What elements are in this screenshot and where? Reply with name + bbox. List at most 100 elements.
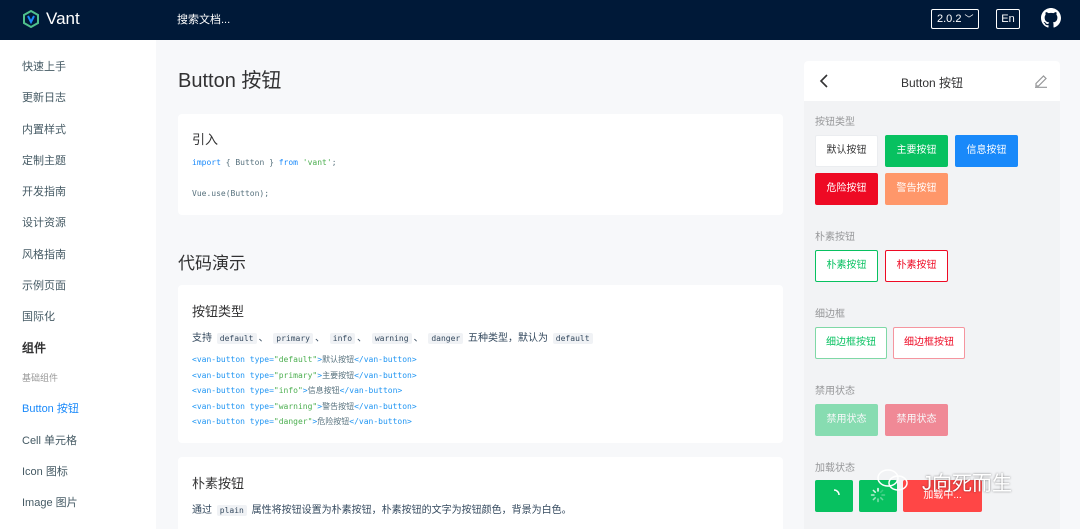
desc-text: 通过 [192,505,212,516]
sim-title: Button 按钮 [900,76,964,90]
code-tag: <van-button type= [192,417,274,426]
button-types-card: 按钮类型 支持 default、 primary、 info、 warning、… [178,285,783,443]
code-line: <van-button type="primary">主要按钮</van-but… [192,370,417,381]
sidebar-item-cell[interactable]: Cell 单元格 [22,432,77,448]
primary-button[interactable]: 主要按钮 [885,135,948,167]
import-card: 引入 import { Button } from 'vant'; Vue.us… [178,114,783,215]
code-tag: </van-button> [339,386,403,395]
code-tag: <van-button type= [192,386,274,395]
inline-code: plain [216,505,247,516]
code-line: <van-button type="info">信息按钮</van-button… [192,385,402,396]
mobile-simulator: Button 按钮 按钮类型 默认按钮 主要按钮 信息按钮 危险按钮 警告按钮 … [804,61,1060,529]
language-switch-button[interactable]: En [996,9,1020,29]
button-types-desc: 支持 default、 primary、 info、 warning、 dang… [192,329,595,344]
sim-section-plain: 朴素按钮 [815,232,855,243]
default-button[interactable]: 默认按钮 [815,135,878,167]
vant-logo-icon[interactable] [22,10,40,28]
code-attr-value: "default" [273,355,318,364]
info-button[interactable]: 信息按钮 [955,135,1018,167]
inline-code: info [329,333,356,344]
code-line: <van-button type="danger">危险按钮</van-butt… [192,416,412,427]
disabled-danger-button: 禁用状态 [885,404,948,436]
sidebar-group-components: 组件 [22,341,47,355]
code-tag: </van-button> [354,401,417,411]
desc-sep: 、 [258,333,269,344]
plain-danger-button[interactable]: 朴素按钮 [885,250,948,282]
version-label: 2.0.2 [937,13,962,25]
code-keyword: from [278,158,298,167]
desc-text: 属性将按钮设置为朴素按钮，朴素按钮的文字为按钮颜色，背景为白色。 [251,505,572,516]
plain-primary-button[interactable]: 朴素按钮 [815,250,878,282]
sidebar-item-image[interactable]: Image 图片 [22,494,78,510]
sidebar-item-button[interactable]: Button 按钮 [22,400,79,416]
code-text: 危险按钮 [317,417,350,426]
demo-section-title: 代码演示 [178,254,246,273]
sidebar-item-builtin-style[interactable]: 内置样式 [22,121,66,137]
code-string: 'vant' [297,158,332,167]
disabled-primary-button: 禁用状态 [815,404,878,436]
spinner-icon [833,489,840,496]
button-types-title: 按钮类型 [192,304,245,319]
code-tag: </van-button> [349,417,412,426]
sidebar-item-quickstart[interactable]: 快速上手 [22,58,66,74]
hairline-danger-button[interactable]: 细边框按钮 [893,327,965,359]
sim-nav-bar: Button 按钮 [804,61,1060,101]
brand-name[interactable]: Vant [46,9,80,29]
plain-button-desc: 通过 plain 属性将按钮设置为朴素按钮，朴素按钮的文字为按钮颜色，背景为白色… [192,501,572,516]
desc-sep: 、 [315,333,325,344]
inline-code: default [216,333,257,344]
sim-section-disabled: 禁用状态 [815,386,855,397]
code-text: 默认按钮 [322,355,355,364]
sidebar-subgroup-basic: 基础组件 [22,373,59,383]
sim-section-loading: 加载状态 [815,463,855,474]
code-tag: <van-button type= [192,355,274,364]
watermark-text: J向死而生 [922,473,1012,495]
chevron-down-icon: ﹀ [964,14,974,24]
page-title: Button 按钮 [178,70,282,92]
code-text: ; [331,158,337,167]
desc-text: 五种类型，默认为 [468,333,549,344]
use-code-line: Vue.use(Button); [192,189,270,198]
top-header: Vant 搜索文档... 2.0.2 ﹀ En [0,0,1080,40]
sidebar-item-dev-guide[interactable]: 开发指南 [22,183,66,199]
code-tag: <van-button type= [192,401,274,411]
search-input[interactable]: 搜索文档... [177,11,230,27]
loading-button[interactable] [815,480,853,512]
sidebar-nav: 快速上手 更新日志 内置样式 定制主题 开发指南 设计资源 风格指南 示例页面 … [0,40,156,529]
desc-sep: 、 [357,333,368,344]
code-attr-value: "warning" [273,401,318,411]
inline-code: default [552,333,593,344]
sidebar-item-theme[interactable]: 定制主题 [22,152,66,168]
code-attr-value: "primary" [273,370,318,380]
code-line: <van-button type="warning">警告按钮</van-but… [192,401,417,412]
code-tag: </van-button> [354,355,417,364]
code-text: 信息按钮 [307,386,340,395]
hairline-primary-button[interactable]: 细边框按钮 [815,327,887,359]
edit-icon[interactable] [1034,74,1048,88]
inline-code: primary [273,333,313,344]
sim-section-hairline: 细边框 [815,309,845,320]
github-icon[interactable] [1041,8,1061,28]
code-text: { Button } [220,158,279,167]
code-tag: </van-button> [354,370,417,380]
code-text: 主要按钮 [322,370,355,380]
sim-section-type: 按钮类型 [815,117,855,128]
sidebar-item-icon[interactable]: Icon 图标 [22,463,68,479]
code-text: 警告按钮 [322,401,355,411]
code-attr-value: "danger" [273,417,313,426]
sidebar-item-changelog[interactable]: 更新日志 [22,89,66,105]
desc-sep: 、 [413,333,424,344]
danger-button[interactable]: 危险按钮 [815,173,878,205]
version-select[interactable]: 2.0.2 ﹀ [931,9,980,29]
import-code-line: import { Button } from 'vant'; [192,158,337,167]
code-keyword: import [192,158,221,167]
sidebar-item-i18n[interactable]: 国际化 [22,308,55,324]
sidebar-item-design-resources[interactable]: 设计资源 [22,214,66,230]
desc-text: 支持 [192,333,212,344]
import-card-title: 引入 [192,132,219,147]
sidebar-item-style-guide[interactable]: 风格指南 [22,246,66,262]
warning-button[interactable]: 警告按钮 [885,173,948,205]
inline-code: danger [428,333,464,344]
code-tag: <van-button type= [192,370,274,380]
sidebar-item-demo-pages[interactable]: 示例页面 [22,277,66,293]
